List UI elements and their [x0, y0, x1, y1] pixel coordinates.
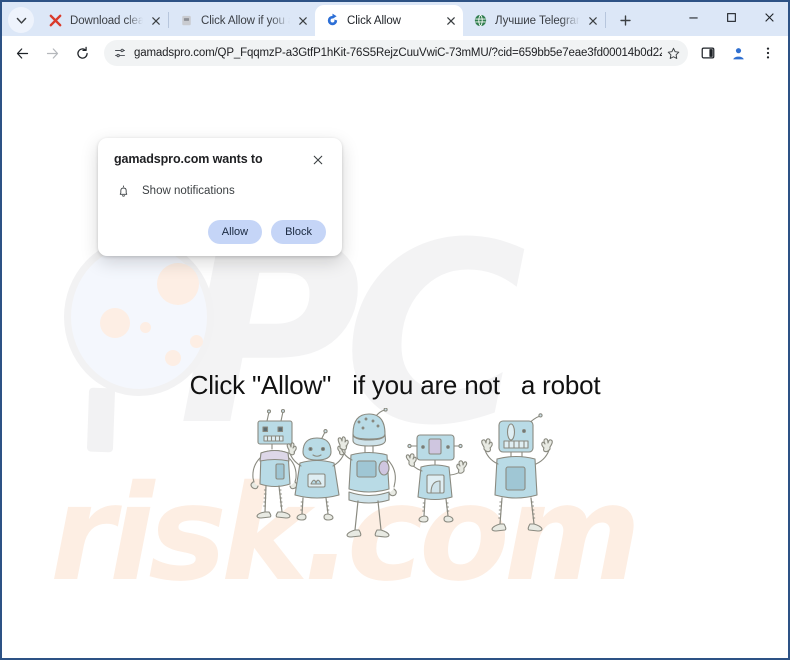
back-button[interactable]: [8, 39, 36, 67]
window-controls: [674, 2, 788, 36]
profile-button[interactable]: [724, 39, 752, 67]
robot-icon: [179, 13, 194, 28]
maximize-icon: [726, 12, 736, 22]
tab-close-button[interactable]: [147, 12, 164, 29]
site-settings-icon[interactable]: [110, 43, 130, 63]
spinner-icon: [325, 13, 340, 28]
five-cartoon-robots-illustration: [250, 408, 553, 538]
close-window-button[interactable]: [750, 3, 788, 31]
tab-title: Click Allow: [347, 14, 401, 27]
notification-permission-dialog: gamadspro.com wants to Show notification…: [98, 138, 342, 256]
browser-toolbar: gamadspro.com/QP_FqqmzP-a3GtfP1hKit-76S5…: [2, 36, 788, 70]
permission-row: Show notifications: [114, 182, 326, 200]
arrow-right-icon: [46, 47, 58, 59]
chrome-menu-button[interactable]: [754, 39, 782, 67]
robot-3: [337, 408, 397, 538]
watermark-dot: [100, 308, 130, 338]
watermark-dot: [157, 263, 199, 305]
minimize-button[interactable]: [674, 3, 712, 31]
tab-click-allow[interactable]: Click Allow: [315, 5, 463, 36]
bell-icon: [114, 182, 132, 200]
watermark-dot: [140, 322, 151, 333]
block-button[interactable]: Block: [271, 220, 326, 244]
robot-5: [481, 413, 553, 532]
dialog-actions: Allow Block: [114, 220, 326, 244]
browser-window: Download clean Torre Click Allow if you …: [0, 0, 790, 660]
tab-telegram-channels[interactable]: Лучшие Telegram кан: [463, 5, 605, 36]
reload-button[interactable]: [68, 39, 96, 67]
allow-button[interactable]: Allow: [207, 220, 263, 244]
tab-close-button[interactable]: [294, 12, 311, 29]
maximize-button[interactable]: [712, 3, 750, 31]
three-dots-icon: [766, 47, 770, 59]
page-headline: Click "Allow" if you are not a robot: [189, 370, 601, 400]
arrow-left-icon: [16, 47, 28, 59]
robot-1: [250, 408, 298, 519]
dialog-close-button[interactable]: [310, 152, 326, 168]
tab-search-button[interactable]: [8, 7, 34, 33]
tab-download-clean-torrent[interactable]: Download clean Torre: [38, 5, 168, 36]
tab-title: Click Allow if you are n: [201, 14, 290, 27]
bookmark-star-icon[interactable]: [662, 42, 684, 64]
utorrent-x-icon: [48, 13, 63, 28]
tab-close-button[interactable]: [584, 12, 601, 29]
url-text: gamadspro.com/QP_FqqmzP-a3GtfP1hKit-76S5…: [134, 47, 662, 59]
tab-separator: [605, 12, 606, 28]
address-bar[interactable]: gamadspro.com/QP_FqqmzP-a3GtfP1hKit-76S5…: [104, 40, 688, 66]
tab-close-button[interactable]: [442, 12, 459, 29]
minimize-icon: [688, 16, 698, 19]
permission-label: Show notifications: [142, 185, 235, 197]
plus-icon: [619, 14, 631, 26]
tab-strip: Download clean Torre Click Allow if you …: [2, 2, 788, 36]
reload-icon: [76, 46, 88, 59]
forward-button[interactable]: [38, 39, 66, 67]
side-panel-button[interactable]: [694, 39, 722, 67]
dialog-title: gamadspro.com wants to: [114, 152, 263, 166]
page-viewport: PC risk.com Click "Allow" if you are not…: [2, 70, 788, 658]
close-icon: [764, 12, 774, 22]
globe-icon: [473, 13, 488, 28]
tab-title: Download clean Torre: [70, 14, 143, 27]
tab-title: Лучшие Telegram кан: [495, 14, 580, 27]
chevron-down-icon: [16, 17, 26, 24]
watermark-dot: [190, 335, 203, 348]
close-icon: [313, 155, 323, 165]
watermark-dot: [165, 350, 181, 366]
tab-click-allow-if-you-are-not[interactable]: Click Allow if you are n: [169, 5, 315, 36]
avatar-icon: [732, 47, 744, 59]
new-tab-button[interactable]: [612, 7, 638, 33]
side-panel-icon: [701, 47, 715, 59]
robot-4: [405, 434, 468, 523]
dialog-header: gamadspro.com wants to: [114, 152, 326, 168]
